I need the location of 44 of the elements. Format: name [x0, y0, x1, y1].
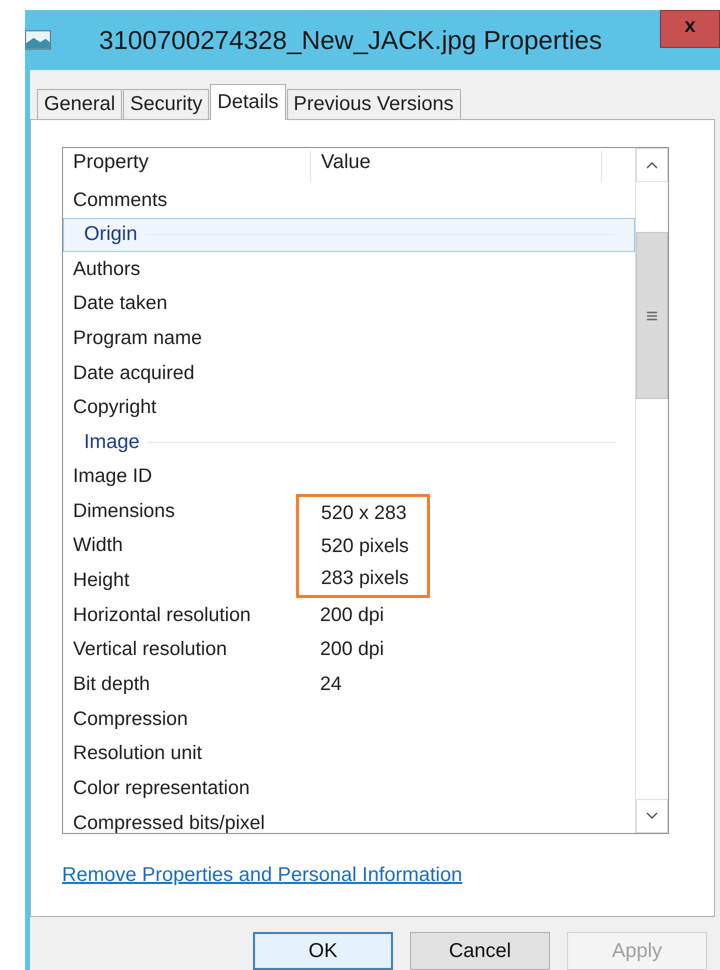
- property-value: 200 dpi: [320, 638, 384, 660]
- property-name: Height: [72, 569, 130, 592]
- property-value: 520 x 283: [321, 502, 407, 524]
- scrollbar[interactable]: [635, 148, 668, 833]
- tab[interactable]: Previous Versions: [286, 89, 461, 119]
- property-value: 200 dpi: [320, 604, 384, 626]
- chevron-up-icon: [646, 161, 658, 169]
- dialog-button[interactable]: OK: [253, 932, 393, 970]
- tab[interactable]: Security: [123, 89, 210, 119]
- property-name: Program name: [72, 326, 203, 350]
- property-value: 520 pixels: [321, 534, 409, 556]
- dialog-button[interactable]: Cancel: [410, 932, 550, 970]
- group-header[interactable]: Origin: [63, 218, 635, 252]
- property-value: 24: [320, 673, 342, 696]
- property-value: 283 pixels: [321, 567, 409, 590]
- group-label: Origin: [84, 223, 138, 246]
- image-icon: [25, 30, 51, 50]
- close-button[interactable]: x: [660, 10, 720, 48]
- property-name: Compression: [72, 708, 189, 731]
- property-name: Image ID: [72, 464, 154, 488]
- property-name: Width: [72, 534, 124, 558]
- group-header[interactable]: Image: [63, 425, 635, 460]
- property-name: Compressed bits/pixel: [72, 812, 266, 833]
- property-name: Vertical resolution: [72, 638, 228, 662]
- remove-properties-link[interactable]: Remove Properties and Personal Information: [62, 864, 462, 887]
- property-name: Date taken: [72, 292, 168, 316]
- property-name: Color representation: [72, 777, 251, 800]
- property-name: Copyright: [72, 396, 158, 420]
- tab[interactable]: Details: [210, 84, 286, 120]
- property-name: Date acquired: [72, 362, 196, 385]
- property-name: Comments: [72, 188, 168, 212]
- property-name: Dimensions: [72, 500, 176, 523]
- tab[interactable]: General: [37, 89, 122, 119]
- scroll-thumb[interactable]: [636, 232, 668, 399]
- grip-icon: [647, 310, 657, 320]
- window-title: 3100700274328_New_JACK.jpg Properties: [99, 24, 602, 56]
- scroll-down-button[interactable]: [636, 799, 668, 833]
- property-name: Authors: [72, 258, 142, 281]
- property-name: Resolution unit: [72, 742, 203, 766]
- group-label: Image: [84, 430, 140, 454]
- scroll-up-button[interactable]: [636, 148, 668, 182]
- property-name: Horizontal resolution: [72, 604, 252, 627]
- property-name: Bit depth: [72, 673, 151, 696]
- chevron-down-icon: [646, 812, 658, 820]
